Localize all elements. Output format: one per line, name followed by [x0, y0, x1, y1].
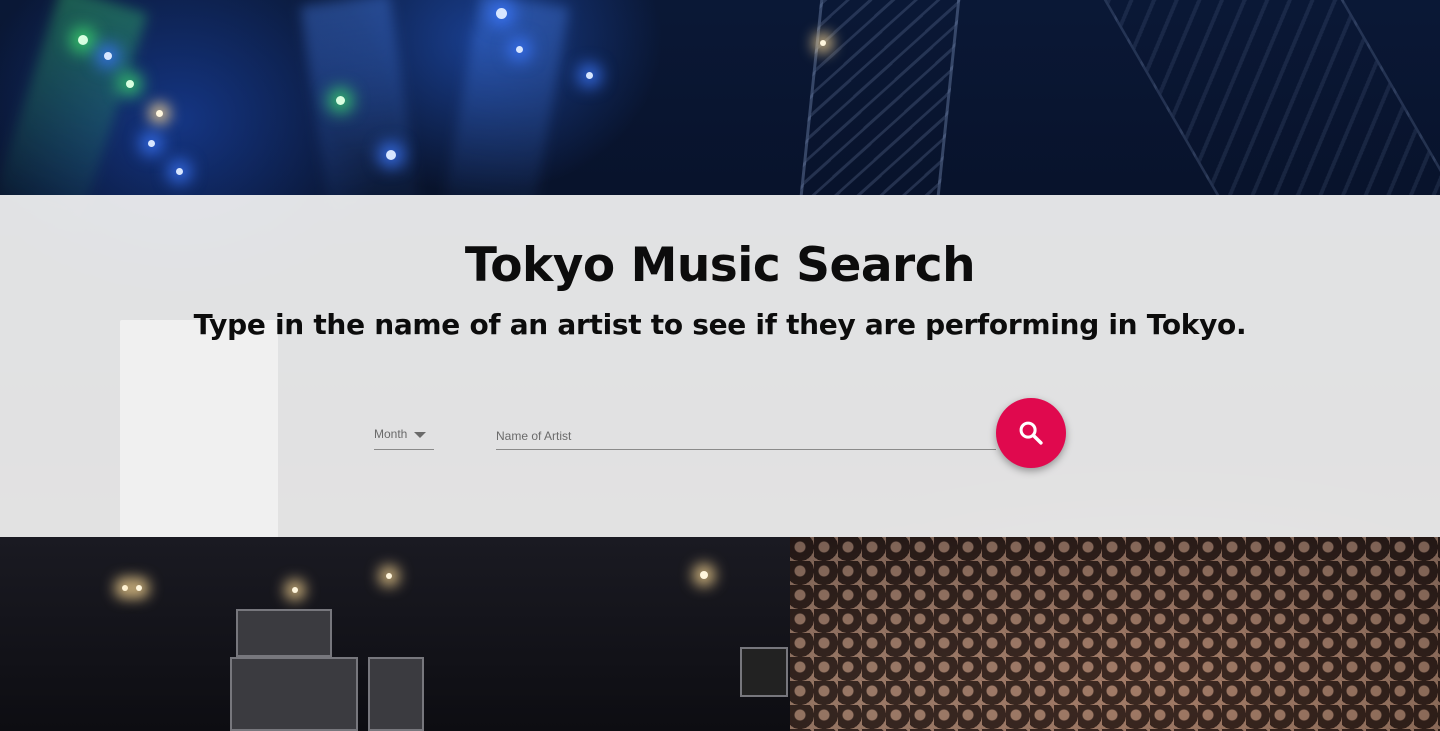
artist-search-field[interactable] — [496, 420, 996, 450]
page-subtitle: Type in the name of an artist to see if … — [193, 308, 1247, 341]
stage-light — [516, 46, 523, 53]
search-button[interactable] — [996, 398, 1066, 468]
stage-light — [122, 585, 128, 591]
stage-light — [126, 80, 134, 88]
stage-light — [496, 8, 507, 19]
month-select-label: Month — [374, 427, 408, 441]
stage-area — [0, 537, 790, 731]
caret-down-icon — [414, 432, 426, 438]
stage-light — [176, 168, 183, 175]
search-icon — [1019, 421, 1043, 445]
stage-light — [292, 587, 298, 593]
lighting-truss — [1103, 0, 1440, 195]
stage-light — [386, 150, 396, 160]
amplifier — [230, 657, 358, 731]
amplifier — [236, 609, 332, 657]
stage-light — [148, 140, 155, 147]
crowd — [790, 537, 1440, 731]
stage-light — [156, 110, 163, 117]
page-title: Tokyo Music Search — [464, 238, 976, 293]
stage-light — [78, 35, 88, 45]
stage-light — [336, 96, 345, 105]
stage-light — [386, 573, 392, 579]
stage-light — [104, 52, 112, 60]
lighting-truss — [799, 0, 961, 195]
stage-light — [700, 571, 708, 579]
stage-light — [820, 40, 826, 46]
stage-light — [136, 585, 142, 591]
stage-monitor — [740, 647, 788, 697]
artist-search-input[interactable] — [496, 420, 996, 449]
month-select[interactable]: Month — [374, 420, 434, 450]
amplifier — [368, 657, 424, 731]
stage-light — [586, 72, 593, 79]
